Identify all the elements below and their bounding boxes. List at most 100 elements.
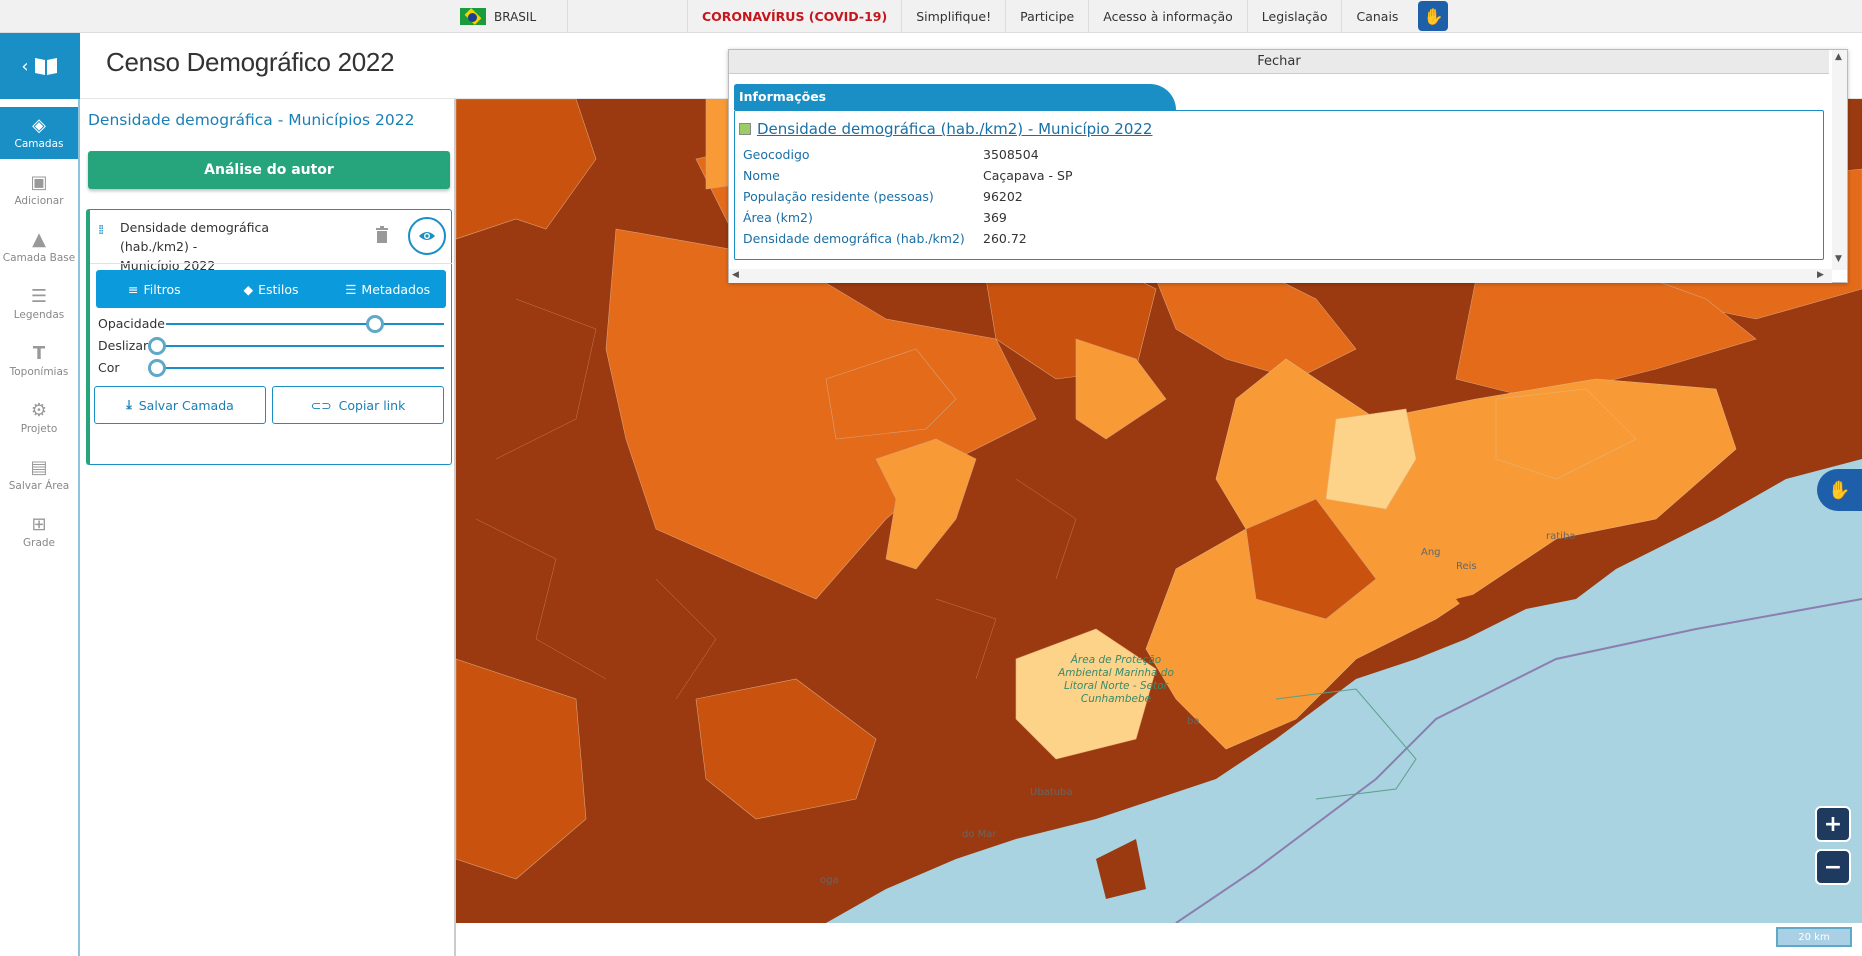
- book-icon: [34, 58, 57, 75]
- chevron-left-icon: ‹: [21, 55, 29, 77]
- libras-hands-icon[interactable]: ✋: [1418, 1, 1449, 31]
- zoom-in-button[interactable]: +: [1815, 806, 1851, 842]
- gov-links: CORONAVÍRUS (COVID-19) Simplifique! Part…: [687, 0, 1454, 33]
- popup-vertical-scrollbar[interactable]: ▲ ▼: [1832, 50, 1847, 270]
- trash-icon[interactable]: [375, 226, 389, 243]
- popup-row-value: Caçapava - SP: [983, 168, 1073, 183]
- tab-metadados[interactable]: ☰ Metadados: [329, 270, 446, 308]
- region-mid-orange: [1155, 268, 1357, 380]
- gov-link-legislacao[interactable]: Legislação: [1246, 0, 1342, 33]
- rail-item-toponimias[interactable]: T Toponímias: [0, 335, 78, 387]
- popup-row-key: População residente (pessoas): [743, 189, 934, 204]
- copy-link-label: Copiar link: [338, 397, 406, 413]
- popup-row-key: Nome: [743, 168, 780, 183]
- map-footer: [456, 923, 1862, 956]
- visibility-toggle-button[interactable]: [408, 217, 446, 255]
- popup-row-value: 369: [983, 210, 1007, 225]
- tab-filtros[interactable]: ≡ Filtros: [96, 270, 213, 308]
- city-label-ratiba: ratiba: [1546, 531, 1576, 542]
- grid-icon: ⊞: [31, 513, 47, 535]
- author-analysis-button[interactable]: Análise do autor: [88, 151, 450, 189]
- popup-row-key: Geocodigo: [743, 147, 810, 162]
- region-mid-orange: [605, 228, 1037, 600]
- layer-tabs: ≡ Filtros ◆ Estilos ☰ Metadados: [96, 270, 446, 308]
- rail-item-adicionar[interactable]: ▣ Adicionar: [0, 164, 78, 216]
- scale-bar: 20 km: [1776, 927, 1852, 947]
- info-popup: Fechar Informações Densidade demográfica…: [728, 49, 1848, 283]
- save-layer-button[interactable]: ⤓ Salvar Camada: [94, 386, 266, 424]
- popup-close-button[interactable]: Fechar: [729, 50, 1829, 74]
- swipe-slider-row: Deslizar: [98, 336, 448, 356]
- rail-item-camadas[interactable]: ◈ Camadas: [0, 107, 78, 159]
- region-mid-orange: [456, 658, 587, 880]
- color-slider-track[interactable]: [154, 367, 444, 369]
- mountain-icon: ▲: [32, 228, 46, 250]
- popup-content: Densidade demográfica (hab./km2) - Munic…: [734, 110, 1824, 260]
- scroll-left-icon[interactable]: ◀: [732, 270, 739, 280]
- rail-item-label: Camadas: [14, 137, 64, 150]
- gov-link-simplifique[interactable]: Simplifique!: [901, 0, 1005, 33]
- opacity-slider-thumb[interactable]: [366, 315, 384, 333]
- link-icon: ⊂⊃: [310, 397, 332, 413]
- color-slider-thumb[interactable]: [148, 359, 166, 377]
- gov-bar: BRASIL CORONAVÍRUS (COVID-19) Simplifiqu…: [0, 0, 1862, 33]
- color-label: Cor: [98, 360, 120, 375]
- gov-link-participe[interactable]: Participe: [1005, 0, 1088, 33]
- download-icon: ⤓: [126, 397, 132, 412]
- drag-handle-icon[interactable]: ⁞⁞: [98, 224, 104, 237]
- popup-horizontal-scrollbar[interactable]: ◀ ▶: [729, 269, 1832, 283]
- swipe-slider-thumb[interactable]: [148, 337, 166, 355]
- popup-layer-link[interactable]: Densidade demográfica (hab./km2) - Munic…: [739, 120, 1152, 138]
- gov-link-canais[interactable]: Canais: [1341, 0, 1412, 33]
- popup-tab-informacoes[interactable]: Informações: [734, 84, 1176, 110]
- city-label-ba: ba: [1187, 716, 1200, 727]
- tab-label: Estilos: [258, 281, 299, 297]
- swipe-slider-track[interactable]: [154, 345, 444, 347]
- opacity-label: Opacidade: [98, 316, 165, 331]
- scroll-up-icon[interactable]: ▲: [1835, 52, 1842, 62]
- rail-item-label: Projeto: [20, 422, 58, 435]
- rail-item-grade[interactable]: ⊞ Grade: [0, 506, 78, 558]
- swipe-label: Deslizar: [98, 338, 149, 353]
- city-label-reis: Reis: [1456, 561, 1477, 572]
- list-icon: ☰: [30, 285, 48, 307]
- copy-link-button[interactable]: ⊂⊃ Copiar link: [272, 386, 444, 424]
- rail-item-label: Camada Base: [2, 251, 76, 264]
- rail-item-label: Toponímias: [9, 365, 69, 378]
- rail-item-salvar-area[interactable]: ▤ Salvar Área: [0, 449, 78, 501]
- gov-link-acesso[interactable]: Acesso à informação: [1088, 0, 1247, 33]
- zoom-out-button[interactable]: −: [1815, 849, 1851, 885]
- rail-item-label: Legendas: [13, 308, 65, 321]
- tab-estilos[interactable]: ◆ Estilos: [213, 270, 330, 308]
- rail-item-legendas[interactable]: ☰ Legendas: [0, 278, 78, 330]
- gov-link-covid[interactable]: CORONAVÍRUS (COVID-19): [687, 0, 901, 33]
- layer-image-icon: [739, 123, 751, 135]
- rail-item-camada-base[interactable]: ▲ Camada Base: [0, 221, 78, 273]
- scroll-down-icon[interactable]: ▼: [1835, 254, 1842, 264]
- layer-card: ⁞⁞ Densidade demográfica (hab./km2) - Mu…: [86, 209, 452, 465]
- text-size-icon: T: [32, 342, 46, 364]
- city-label-mar: do Mar: [962, 829, 997, 840]
- brazil-flag-icon: [460, 8, 486, 25]
- tab-label: Metadados: [361, 281, 431, 297]
- color-slider-row: Cor: [98, 358, 448, 378]
- save-layer-label: Salvar Camada: [138, 397, 234, 413]
- rail-toggle-button[interactable]: ‹: [0, 33, 80, 99]
- gov-brasil-link[interactable]: BRASIL: [460, 0, 568, 33]
- opacity-slider-track[interactable]: [166, 323, 444, 325]
- region-mid-orange: [695, 678, 877, 820]
- page-title: Censo Demográfico 2022: [106, 47, 395, 77]
- opacity-slider-row: Opacidade: [98, 314, 448, 334]
- gear-icon: ⚙: [30, 399, 48, 421]
- paint-icon: ◆: [243, 281, 254, 297]
- rail-item-label: Salvar Área: [8, 479, 70, 492]
- region-dark-orange: [456, 99, 597, 240]
- pdf-icon: ▤: [30, 456, 48, 478]
- popup-row-value: 96202: [983, 189, 1023, 204]
- libras-widget-button[interactable]: ✋: [1817, 469, 1862, 511]
- scroll-right-icon[interactable]: ▶: [1817, 270, 1824, 280]
- layer-name-line1: Densidade demográfica (hab./km2) -: [120, 220, 270, 254]
- rail-item-projeto[interactable]: ⚙ Projeto: [0, 392, 78, 444]
- gov-country-label: BRASIL: [494, 9, 537, 24]
- region-light-orange: [1075, 338, 1167, 440]
